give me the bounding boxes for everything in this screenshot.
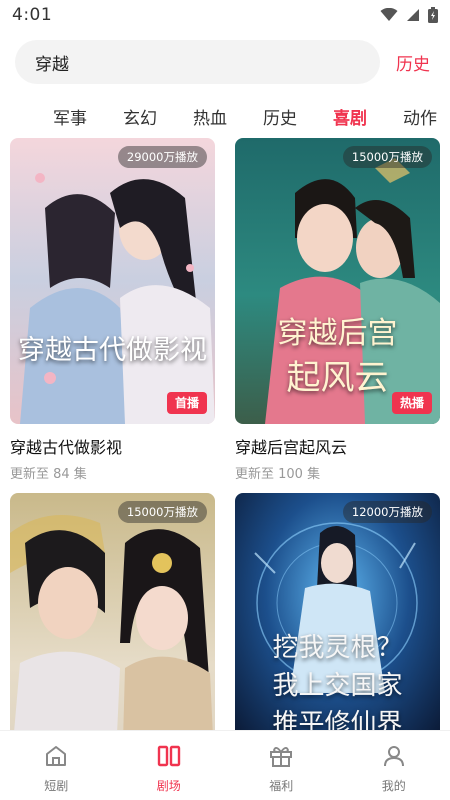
status-badge: 首播 (166, 392, 207, 414)
status-bar: 4:01 (0, 0, 450, 30)
episode-count: 更新至 84 集 (10, 467, 87, 482)
poster-title: 穿越古代做影视 (18, 335, 207, 366)
play-count-badge: 15000万播放 (342, 146, 432, 168)
poster-title-line-1: 挖我灵根？ (272, 633, 403, 663)
search-input[interactable]: 穿越 (15, 40, 380, 84)
signal-icon (407, 9, 419, 21)
poster-title-line-3: 推平修仙界 (272, 709, 403, 730)
theater-icon (157, 745, 180, 767)
drama-poster[interactable]: 挖我灵根？ 我上交国家 推平修仙界 12000万播放 (235, 493, 440, 730)
poster-title-line-2: 我上交国家 (272, 671, 403, 701)
poster-art (10, 493, 215, 730)
drama-card[interactable]: 穿越后宫 起风云 15000万播放 热播 穿越后宫起风云 更新至 100 集 (235, 138, 440, 482)
status-time: 4:01 (12, 5, 53, 25)
drama-card[interactable]: 穿越古代做影视 29000万播放 首播 穿越古代做影视 更新至 84 集 (10, 138, 215, 482)
tab-military[interactable]: 军事 (35, 104, 105, 129)
tab-passion[interactable]: 热血 (175, 104, 245, 129)
drama-title: 穿越古代做影视 (10, 438, 123, 457)
search-row: 穿越 历史 (0, 40, 450, 86)
user-icon (383, 746, 404, 767)
drama-poster[interactable]: 15000万播放 (10, 493, 215, 730)
episode-count: 更新至 100 集 (235, 467, 321, 482)
wifi-icon (380, 8, 398, 21)
drama-title: 穿越后宫起风云 (235, 438, 348, 457)
tab-action[interactable]: 动作 (385, 104, 450, 129)
category-tabs: 军事 玄幻 热血 历史 喜剧 动作 (0, 100, 450, 132)
play-count-badge: 12000万播放 (342, 501, 432, 523)
nav-item-short-drama[interactable]: 短剧 (0, 731, 113, 800)
status-icons (380, 7, 438, 23)
poster-art (10, 138, 215, 424)
nav-item-benefits[interactable]: 福利 (225, 731, 338, 800)
drama-card[interactable]: 挖我灵根？ 我上交国家 推平修仙界 12000万播放 (235, 493, 440, 730)
drama-poster[interactable]: 穿越后宫 起风云 15000万播放 热播 (235, 138, 440, 424)
status-badge: 热播 (391, 392, 432, 414)
nav-label: 福利 (269, 779, 294, 793)
tab-comedy[interactable]: 喜剧 (315, 104, 385, 129)
play-count-badge: 29000万播放 (117, 146, 207, 168)
nav-item-theater[interactable]: 剧场 (113, 731, 226, 800)
play-count-badge: 15000万播放 (117, 501, 207, 523)
drama-grid: 穿越古代做影视 29000万播放 首播 穿越古代做影视 更新至 84 集 穿越后… (0, 138, 450, 730)
tab-history[interactable]: 历史 (245, 104, 315, 129)
bottom-nav: 短剧 剧场 福利 我的 (0, 730, 450, 800)
gift-icon (270, 747, 293, 767)
drama-poster[interactable]: 穿越古代做影视 29000万播放 首播 (10, 138, 215, 424)
home-icon (46, 746, 67, 766)
tab-fantasy[interactable]: 玄幻 (105, 104, 175, 129)
history-button[interactable]: 历史 (396, 40, 430, 84)
search-query: 穿越 (35, 54, 69, 75)
drama-card[interactable]: 15000万播放 (10, 493, 215, 730)
battery-icon (428, 7, 438, 23)
poster-title-line-1: 穿越后宫 (277, 316, 398, 351)
nav-label: 剧场 (156, 779, 181, 793)
nav-label: 我的 (381, 779, 406, 793)
nav-item-profile[interactable]: 我的 (338, 731, 450, 800)
nav-label: 短剧 (44, 779, 69, 793)
